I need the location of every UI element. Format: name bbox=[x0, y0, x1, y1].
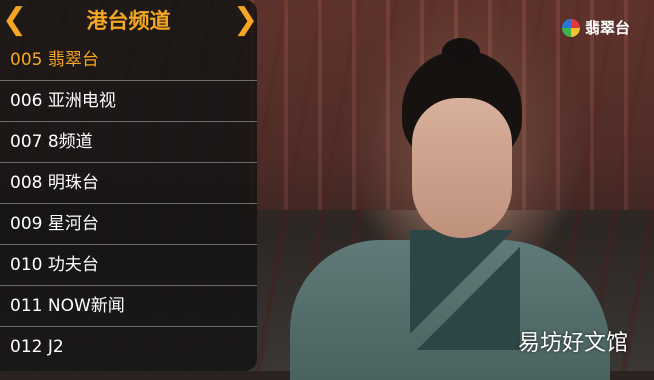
actor-topknot bbox=[442, 38, 480, 66]
watermark-text: 易坊好文馆 bbox=[517, 331, 628, 356]
channel-item-011[interactable]: 011 NOW新闻 bbox=[0, 286, 257, 327]
channel-group-title: 港台频道 bbox=[86, 9, 171, 33]
next-group-arrow-icon[interactable]: ❯ bbox=[233, 2, 258, 38]
channel-item-012[interactable]: 012 J2 bbox=[0, 327, 257, 368]
channel-item-008[interactable]: 008 明珠台 bbox=[0, 163, 257, 204]
actor-figure bbox=[290, 38, 610, 380]
prev-group-arrow-icon[interactable]: ❮ bbox=[2, 2, 27, 38]
channel-item-007[interactable]: 007 8频道 bbox=[0, 122, 257, 163]
channel-panel: ❮ 港台频道 ❯ 005 翡翠台 006 亚洲电视 007 8频道 008 明珠… bbox=[0, 0, 258, 371]
broadcaster-logo: 翡翠台 bbox=[561, 18, 630, 38]
channel-panel-header: ❮ 港台频道 ❯ bbox=[0, 0, 258, 40]
channel-item-006[interactable]: 006 亚洲电视 bbox=[0, 81, 257, 122]
broadcaster-logo-text: 翡翠台 bbox=[584, 19, 630, 37]
channel-item-010[interactable]: 010 功夫台 bbox=[0, 245, 257, 286]
channel-list: 005 翡翠台 006 亚洲电视 007 8频道 008 明珠台 009 星河台… bbox=[0, 40, 257, 368]
actor-collar bbox=[410, 230, 520, 350]
channel-item-009[interactable]: 009 星河台 bbox=[0, 204, 257, 245]
actor-face bbox=[412, 98, 512, 238]
channel-item-005[interactable]: 005 翡翠台 bbox=[0, 40, 257, 81]
tvb-logo-icon bbox=[561, 19, 580, 37]
